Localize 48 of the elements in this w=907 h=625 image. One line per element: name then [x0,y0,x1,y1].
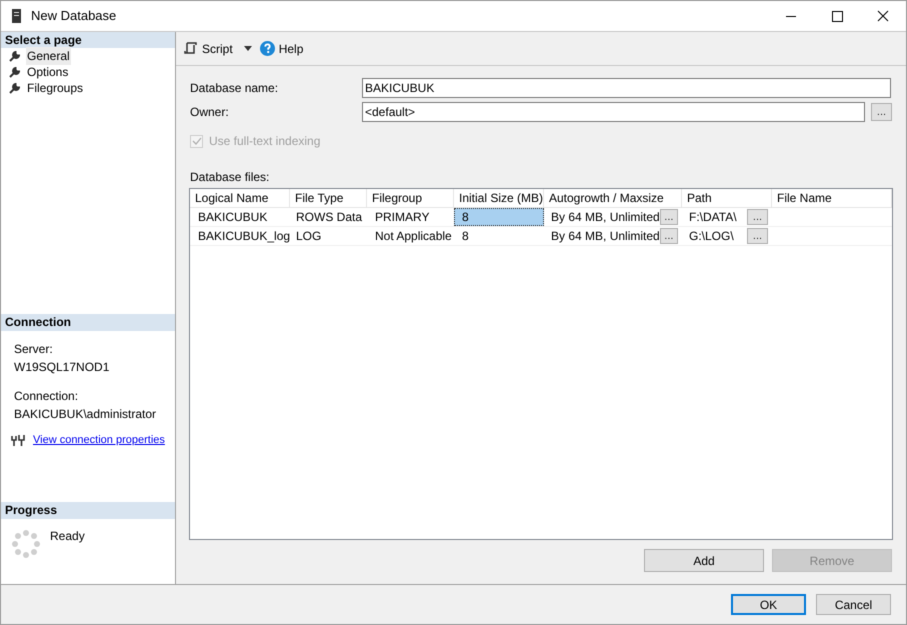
column-header[interactable]: File Type [290,189,367,207]
server-value: W19SQL17NOD1 [14,358,110,376]
table-cell-text: F:\DATA\ [689,209,737,226]
full-text-indexing-label: Use full-text indexing [209,133,320,150]
page-item[interactable]: General [26,47,71,65]
database-files-label: Database files: [190,169,270,186]
section-header: Progress [1,502,175,519]
table-cell: 8 [454,208,544,226]
connection-value: BAKICUBUK\administrator [14,406,158,422]
table-cell-text: G:\LOG\ [689,228,734,245]
browse-button[interactable]: ... [871,103,892,121]
column-header[interactable]: Path [682,189,772,207]
browse-button[interactable]: ... [747,209,768,225]
progress-status: Ready [50,528,85,545]
table-cell-text: 8 [461,228,470,245]
server-label: Server: [14,340,54,358]
column-header[interactable]: Logical Name [190,189,290,207]
window-title: New Database [31,7,116,26]
browse-button[interactable]: ... [660,209,678,225]
owner-label: Owner: [190,104,230,121]
dialog-button[interactable]: Cancel [816,594,891,615]
table-cell-text: By 64 MB, Unlimited [551,228,660,245]
table-cell-text: PRIMARY [374,209,430,226]
table-cell-text: Not Applicable [374,228,453,245]
section-header: Connection [1,314,175,330]
table-cell-text: BAKICUBUK_log [197,228,290,245]
table-cell-text: ROWS Data [295,209,364,226]
database-name-field[interactable]: BAKICUBUK [362,78,891,98]
connection-label: Connection: [14,388,80,404]
table-action-button[interactable]: Add [644,549,764,572]
column-header[interactable]: Initial Size (MB) [454,189,544,207]
table-cell-text: BAKICUBUK [197,209,268,226]
dialog-button[interactable]: OK [731,594,806,615]
view-connection-properties-link[interactable]: View connection properties [33,432,165,448]
column-header[interactable]: Filegroup [367,189,454,207]
table-cell-text: LOG [295,228,322,245]
browse-button[interactable]: ... [660,228,678,244]
database-name-label: Database name: [190,80,280,97]
owner-field[interactable]: <default> [362,102,865,122]
table-cell-text: By 64 MB, Unlimited [551,209,660,226]
browse-button[interactable]: ... [747,228,768,244]
column-header[interactable]: File Name [772,189,892,207]
section-header: Select a page [1,32,175,48]
help-button[interactable]: Help [260,40,304,58]
page-item[interactable]: Options [26,63,70,81]
page-item[interactable]: Filegroups [26,79,84,97]
column-header[interactable]: Autogrowth / Maxsize [544,189,682,207]
script-button[interactable]: Script [184,40,233,58]
